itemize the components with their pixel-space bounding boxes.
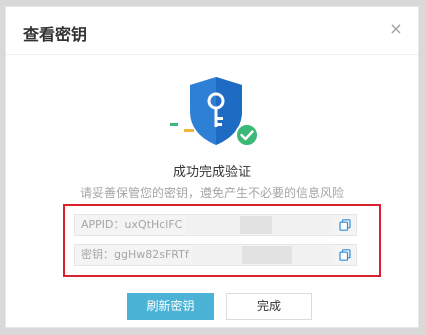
close-icon[interactable]: × bbox=[388, 21, 404, 37]
refresh-key-button[interactable]: 刷新密钥 bbox=[127, 293, 214, 320]
shield-key-illustration bbox=[170, 77, 259, 147]
dialog-title: 查看密钥 bbox=[23, 25, 88, 44]
shield-key-icon bbox=[190, 77, 242, 145]
success-title: 成功完成验证 bbox=[172, 165, 251, 180]
highlight-box bbox=[63, 204, 381, 277]
check-badge-icon bbox=[235, 123, 259, 147]
header-divider bbox=[6, 54, 418, 55]
success-description: 请妥善保管您的密钥，遵免产生不必要的信息风险 bbox=[79, 186, 344, 200]
done-button[interactable]: 完成 bbox=[226, 293, 312, 320]
secret-key-dialog: 查看密钥 × 成功完成验证 请妥善保管您的密钥，遵免产生不必要的信息风险 APP… bbox=[5, 6, 419, 328]
decoration-dashes bbox=[170, 123, 194, 132]
